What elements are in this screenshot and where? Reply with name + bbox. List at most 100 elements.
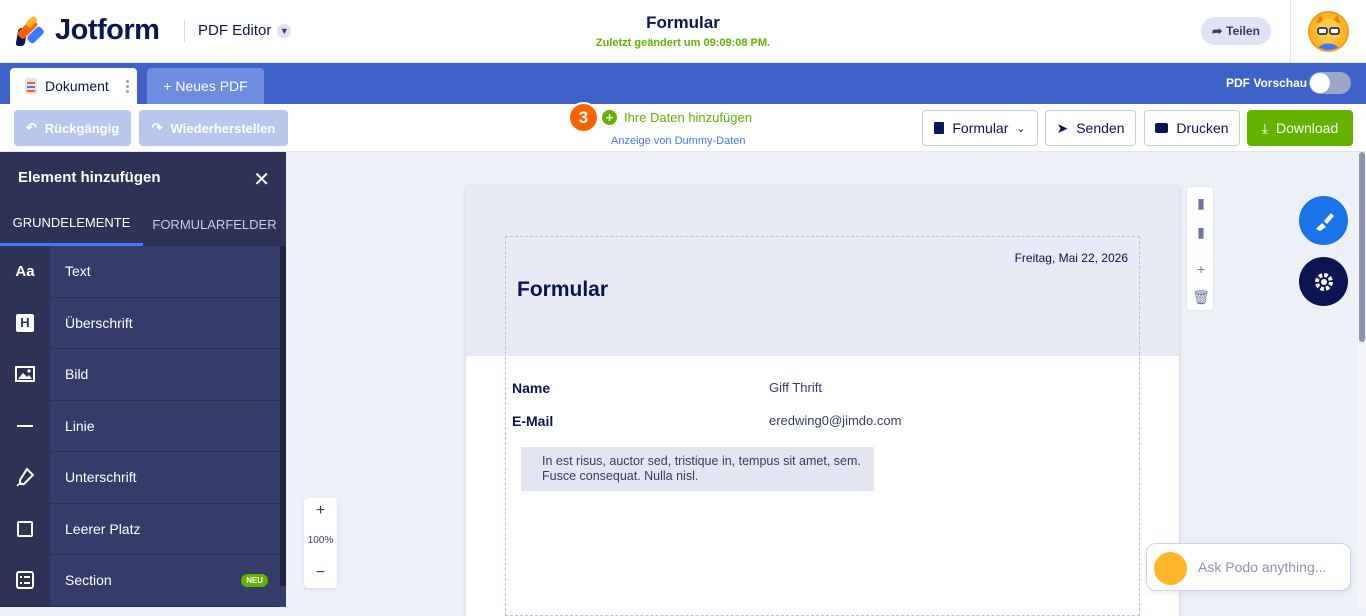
element-image[interactable]: Bild xyxy=(0,349,280,401)
element-label: Unterschrift xyxy=(65,469,137,486)
add-data-button[interactable]: + Ihre Daten hinzufügen xyxy=(602,110,752,125)
undo-button[interactable]: ↶ Rückgängig xyxy=(14,110,131,146)
heading-icon: H xyxy=(0,297,50,348)
element-section[interactable]: Section NEU xyxy=(0,555,280,607)
add-element-panel: Element hinzufügen ✕ GRUNDELEMENTE FORMU… xyxy=(0,152,286,607)
gear-icon xyxy=(1314,272,1333,291)
duplicate-page-icon[interactable]: ▮ xyxy=(1187,222,1215,242)
element-label: Text xyxy=(65,263,91,280)
text-block[interactable]: In est risus, auctor sed, tristique in, … xyxy=(521,447,874,491)
share-label: Teilen xyxy=(1226,24,1260,38)
send-label: Senden xyxy=(1076,120,1125,136)
panel-tabs: GRUNDELEMENTE FORMULARFELDER xyxy=(0,202,286,246)
paint-brush-button[interactable] xyxy=(1299,196,1348,245)
download-label: Download xyxy=(1275,120,1339,136)
chevron-down-icon: ⌄ xyxy=(1016,122,1026,135)
pdf-page[interactable]: Freitag, Mai 22, 2026 Formular Name Giff… xyxy=(466,186,1179,616)
toggle-knob xyxy=(1310,73,1330,93)
print-label: Drucken xyxy=(1176,120,1229,136)
panel-scrollbar[interactable] xyxy=(280,246,286,586)
plus-circle-icon: + xyxy=(602,110,617,125)
scrollbar-thumb[interactable] xyxy=(1359,152,1365,342)
redo-label: Wiederherstellen xyxy=(170,120,276,136)
jotform-logo-icon xyxy=(15,14,46,46)
tab-document[interactable]: Dokument xyxy=(10,68,137,104)
tab-basic-elements[interactable]: GRUNDELEMENTE xyxy=(0,202,143,246)
element-blank-space[interactable]: Leerer Platz xyxy=(0,503,280,555)
panel-header: Element hinzufügen ✕ xyxy=(0,152,286,202)
last-modified: Zuletzt geändert um 09:09:08 PM. xyxy=(595,37,771,49)
pdf-preview-toggle[interactable] xyxy=(1309,72,1351,94)
section-icon xyxy=(0,555,50,606)
add-data-label: Ihre Daten hinzufügen xyxy=(624,110,752,125)
undo-label: Rückgängig xyxy=(44,120,120,136)
tab-document-label: Dokument xyxy=(45,78,109,94)
element-label: Section xyxy=(65,572,112,589)
form-doc-icon xyxy=(934,122,945,134)
zoom-control: + 100% − xyxy=(304,498,337,588)
form-title-area: Formular Zuletzt geändert um 09:09:08 PM… xyxy=(483,13,883,49)
line-icon xyxy=(0,400,50,451)
form-title: Formular xyxy=(646,13,720,32)
product-switcher[interactable]: PDF Editor ▼ xyxy=(198,22,292,39)
field-label-email[interactable]: E-Mail xyxy=(512,413,553,429)
blank-space-icon xyxy=(0,503,50,554)
new-pdf-tab[interactable]: + Neues PDF xyxy=(147,68,264,104)
share-button[interactable]: ➦ Teilen xyxy=(1201,17,1271,45)
field-value-email[interactable]: eredwing0@jimdo.com xyxy=(769,413,901,428)
tab-form-fields[interactable]: FORMULARFELDER xyxy=(143,202,286,246)
podo-icon xyxy=(1154,552,1187,585)
page-icon[interactable]: ▮ xyxy=(1187,193,1215,213)
settings-button[interactable] xyxy=(1299,257,1348,306)
form-select-label: Formular xyxy=(952,120,1009,136)
signature-icon xyxy=(0,452,50,503)
element-label: Linie xyxy=(65,417,95,434)
page-tools: ▮ ▮ + 🗑 xyxy=(1186,186,1214,311)
send-button[interactable]: ➤ Senden xyxy=(1045,110,1136,146)
download-icon: ⤓ xyxy=(1261,119,1268,136)
undo-icon: ↶ xyxy=(25,120,37,135)
header-separator xyxy=(1290,0,1291,63)
zoom-in-button[interactable]: + xyxy=(304,502,337,520)
podo-placeholder: Ask Podo anything... xyxy=(1198,559,1327,575)
trash-icon[interactable]: 🗑 xyxy=(1187,287,1215,307)
pdf-preview-label: PDF Vorschau xyxy=(1226,76,1308,90)
avatar[interactable] xyxy=(1308,11,1349,52)
logo-text: Jotform xyxy=(55,14,160,46)
field-value-name[interactable]: Giff Thrift xyxy=(769,380,822,395)
canvas-scrollbar[interactable] xyxy=(1358,152,1366,607)
text-icon: Aa xyxy=(0,246,50,297)
dummy-data-link[interactable]: Anzeige von Dummy-Daten xyxy=(611,135,746,147)
more-vertical-icon[interactable] xyxy=(126,79,129,93)
add-page-icon[interactable]: + xyxy=(1187,259,1215,279)
element-label: Überschrift xyxy=(65,314,133,331)
close-icon[interactable]: ✕ xyxy=(253,167,270,192)
element-line[interactable]: Linie xyxy=(0,400,280,452)
jotform-logo[interactable]: Jotform xyxy=(15,14,160,47)
element-heading[interactable]: H Überschrift xyxy=(0,297,280,349)
product-label: PDF Editor xyxy=(198,22,272,39)
redo-button[interactable]: ↷ Wiederherstellen xyxy=(139,110,288,146)
document-title[interactable]: Formular xyxy=(517,278,608,302)
zoom-out-button[interactable]: − xyxy=(304,564,337,582)
element-text[interactable]: Aa Text xyxy=(0,246,280,298)
element-list: Aa Text H Überschrift Bild Linie Untersc… xyxy=(0,246,280,607)
form-select[interactable]: Formular ⌄ xyxy=(922,110,1038,146)
panel-title: Element hinzufügen xyxy=(18,168,161,186)
header-divider xyxy=(184,20,185,42)
send-icon: ➤ xyxy=(1056,119,1069,136)
print-button[interactable]: Drucken xyxy=(1144,110,1240,146)
element-signature[interactable]: Unterschrift xyxy=(0,452,280,504)
document-icon xyxy=(25,78,37,94)
document-date[interactable]: Freitag, Mai 22, 2026 xyxy=(1015,251,1128,265)
field-label-name[interactable]: Name xyxy=(512,380,550,396)
podo-assistant[interactable]: Ask Podo anything... xyxy=(1146,543,1351,591)
new-badge: NEU xyxy=(241,574,268,587)
zoom-level: 100% xyxy=(307,535,334,546)
element-label: Leerer Platz xyxy=(65,520,141,537)
printer-icon xyxy=(1155,123,1169,133)
download-button[interactable]: ⤓ Download xyxy=(1247,110,1353,146)
paint-brush-icon xyxy=(1315,212,1334,231)
element-label: Bild xyxy=(65,366,89,383)
chevron-down-icon: ▼ xyxy=(277,23,292,38)
